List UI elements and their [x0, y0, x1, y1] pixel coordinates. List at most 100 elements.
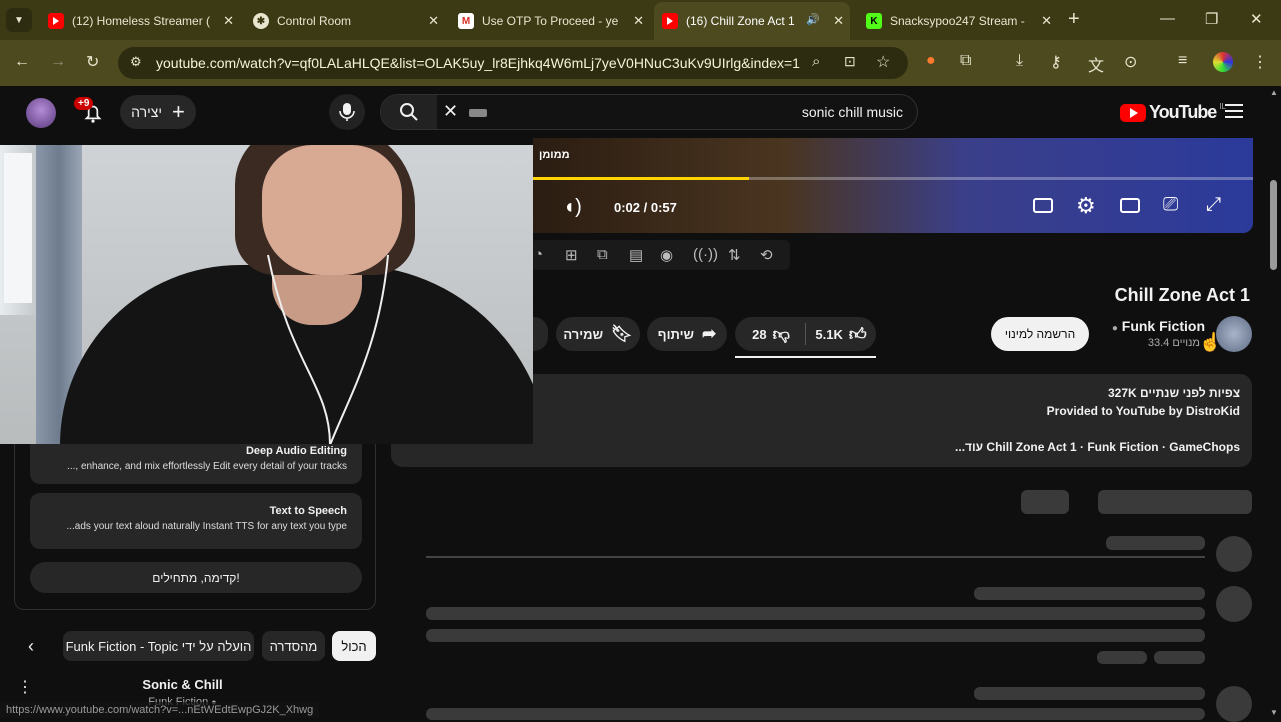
url-text[interactable]: youtube.com/watch?v=qf0LALaHLQE&list=OLA…: [156, 55, 800, 71]
skeleton-placeholder: [426, 607, 1205, 620]
skeleton-placeholder: [1021, 490, 1069, 514]
loop-icon[interactable]: ⟲: [760, 246, 782, 264]
video-title: Chill Zone Act 1: [1114, 285, 1250, 305]
fullscreen-icon[interactable]: ⤢: [1206, 194, 1221, 216]
settings-gear-icon[interactable]: ⚙: [1076, 193, 1096, 219]
sort-icon[interactable]: ⇅: [728, 246, 750, 264]
close-tab-icon[interactable]: ✕: [428, 13, 439, 29]
earphone-cable: [267, 254, 389, 444]
scroll-down-arrow-icon[interactable]: ▼: [1270, 708, 1278, 717]
profile-avatar-icon[interactable]: [1213, 52, 1233, 72]
subscribe-button[interactable]: הרשמה למינוי: [991, 317, 1089, 351]
kick-icon: K: [866, 13, 882, 29]
forward-icon[interactable]: →: [50, 53, 66, 71]
like-button[interactable]: 5.1K 👍︎: [806, 317, 876, 351]
mouse-cursor-icon: ☝: [1199, 332, 1222, 352]
screenshot-icon[interactable]: ⊙: [1124, 52, 1137, 72]
tab-snacksypoo[interactable]: K Snacksypoo247 Stream - ✕: [858, 6, 1058, 36]
card-text: ...ads your text aloud naturally Instant…: [66, 521, 347, 532]
channel-name[interactable]: ● Funk Fiction: [1100, 318, 1205, 334]
menu-hamburger-icon[interactable]: [1225, 104, 1243, 118]
browser-menu-icon[interactable]: ⋮: [1252, 52, 1268, 72]
volume-icon[interactable]: ◖): [563, 196, 582, 219]
tab-chill-zone[interactable]: (16) Chill Zone Act 1 🔊 ✕: [654, 2, 850, 40]
pip-icon[interactable]: ⧉: [597, 246, 619, 264]
restore-button[interactable]: ❐: [1205, 10, 1218, 28]
skeleton-placeholder: [1106, 536, 1205, 550]
close-window-button[interactable]: ✕: [1250, 10, 1263, 28]
download-icon[interactable]: ⤓: [1016, 52, 1023, 70]
page-scrollbar[interactable]: ▲ ▼: [1267, 86, 1281, 720]
notifications-bell-icon[interactable]: +9: [74, 97, 106, 126]
create-button[interactable]: יצירה +: [120, 95, 196, 129]
dislike-button[interactable]: 28 👎︎: [737, 317, 805, 351]
tab-control-room[interactable]: ✱ Control Room ✕: [245, 6, 445, 36]
video-player[interactable]: ממומן ◖) 0:02 / 0:57 ⚙ ⎚ ⤢: [533, 138, 1253, 233]
more-link[interactable]: ...עוד: [955, 440, 983, 454]
avatar[interactable]: [26, 98, 56, 128]
address-bar[interactable]: ⚙ youtube.com/watch?v=qf0LALaHLQE&list=O…: [118, 47, 908, 79]
site-info-icon[interactable]: ⚙: [130, 54, 142, 70]
skeleton-placeholder: [1098, 490, 1252, 514]
theater-mode-icon[interactable]: [1120, 198, 1140, 213]
search-input[interactable]: sonic chill music: [802, 104, 903, 120]
skeleton-avatar: [1216, 536, 1252, 572]
more-options-icon[interactable]: ⋮: [17, 677, 33, 697]
cast-icon[interactable]: ⎚: [1163, 194, 1178, 216]
reload-icon[interactable]: ↻: [86, 52, 99, 72]
progress-bar[interactable]: [533, 177, 1253, 180]
password-key-icon[interactable]: ⚷: [1050, 52, 1062, 72]
search-bar[interactable]: ✕ sonic chill music: [380, 94, 918, 130]
subtitles-icon[interactable]: [1033, 198, 1053, 213]
chevron-left-icon[interactable]: ‹: [28, 636, 34, 657]
feature-card[interactable]: Deep Audio Editing ..., enhance, and mix…: [30, 438, 362, 484]
search-icon: [400, 103, 418, 121]
bookmark-star-icon[interactable]: ☆: [876, 52, 890, 72]
youtube-logo[interactable]: YouTube IL: [1120, 102, 1226, 123]
back-icon[interactable]: ←: [14, 53, 30, 71]
extensions-icon[interactable]: ⧉: [960, 52, 971, 70]
close-tab-icon[interactable]: ✕: [223, 13, 234, 29]
chip-uploaded-by[interactable]: Funk Fiction - Topic הועלה על ידי: [63, 631, 254, 661]
close-tab-icon[interactable]: ✕: [1041, 13, 1052, 29]
close-tab-icon[interactable]: ✕: [633, 13, 644, 29]
eye-icon[interactable]: ◉: [660, 246, 682, 264]
minimize-button[interactable]: —: [1160, 10, 1175, 27]
audio-waves-icon[interactable]: ((·)): [693, 246, 718, 264]
youtube-header: +9 יצירה + ✕ sonic chill music YouTube I…: [0, 86, 1281, 138]
playlist-item-title[interactable]: Sonic & Chill: [100, 677, 265, 692]
scrollbar-thumb[interactable]: [1270, 180, 1277, 270]
gmail-icon: M: [458, 13, 474, 29]
zoom-icon[interactable]: ⌕: [812, 53, 820, 70]
tab-search-button[interactable]: ▼: [6, 8, 32, 32]
chip-from-series[interactable]: מהסדרה: [262, 631, 325, 661]
youtube-play-icon: [1120, 103, 1146, 122]
search-button[interactable]: [381, 95, 437, 129]
scroll-up-arrow-icon[interactable]: ▲: [1270, 88, 1278, 97]
progress-fill: [533, 177, 749, 180]
media-controls-icon[interactable]: ≡: [1178, 52, 1187, 70]
tab-otp[interactable]: M Use OTP To Proceed - ye ✕: [450, 6, 650, 36]
status-bar-url: https://www.youtube.com/watch?v=...nEtWE…: [0, 702, 320, 718]
card-title: Deep Audio Editing: [245, 445, 347, 457]
save-button[interactable]: שמירה 🔖︎: [556, 317, 640, 351]
voice-search-button[interactable]: [329, 94, 365, 130]
skeleton-placeholder: [974, 687, 1205, 700]
speed-icon[interactable]: ◔: [534, 246, 556, 264]
close-tab-icon[interactable]: ✕: [833, 13, 844, 29]
clear-search-icon[interactable]: ✕: [443, 101, 458, 122]
tab-homeless-streamer[interactable]: (12) Homeless Streamer ( ✕: [40, 6, 240, 36]
keyboard-icon[interactable]: [469, 109, 487, 117]
speaker-icon[interactable]: 🔊: [806, 13, 820, 26]
translate-icon[interactable]: 文: [1088, 52, 1104, 76]
chip-all[interactable]: הכול: [332, 631, 376, 661]
install-icon[interactable]: ⊡: [844, 53, 856, 70]
extension-fox-icon[interactable]: ●: [926, 52, 936, 70]
clapper-icon[interactable]: ▤: [629, 246, 651, 264]
screen-icon[interactable]: ⊞: [565, 246, 587, 264]
feature-card[interactable]: Text to Speech ...ads your text aloud na…: [30, 493, 362, 549]
webcam-overlay: [0, 145, 533, 444]
new-tab-button[interactable]: +: [1068, 8, 1080, 31]
get-started-button[interactable]: קדימה, מתחילים!: [30, 562, 362, 593]
share-button[interactable]: שיתוף ➦: [647, 317, 727, 351]
